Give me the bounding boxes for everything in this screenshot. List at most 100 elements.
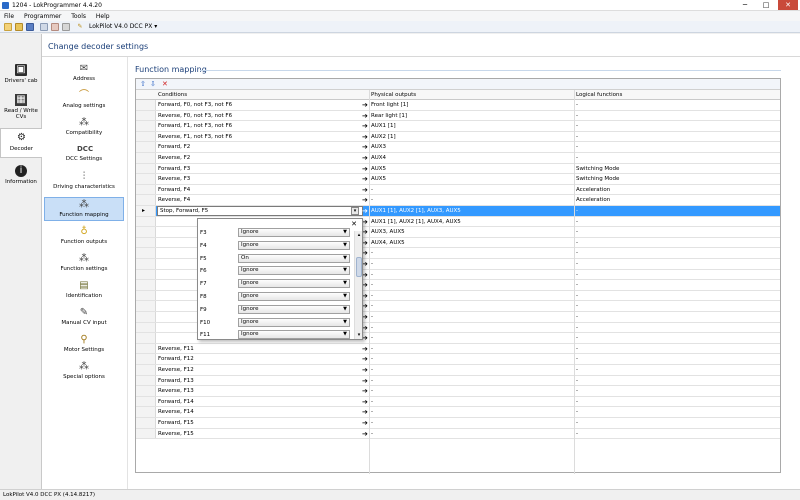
condition-select[interactable]: Ignore ▼ [238,240,350,250]
menu-programmer[interactable]: Programmer [20,11,65,20]
cell-physical-outputs[interactable]: AUX4 [371,155,571,161]
wand-icon[interactable]: ✎ [76,23,84,31]
cell-logical-functions[interactable]: - [576,261,776,267]
cell-physical-outputs[interactable]: - [371,431,571,437]
cell-physical-outputs[interactable]: - [371,346,571,352]
table-row[interactable]: Reverse, F1, not F3, not F6 ➔ AUX2 [1] - [136,131,780,143]
cell-physical-outputs[interactable]: - [371,272,571,278]
setting-identification[interactable]: ▤ Identification [44,280,124,299]
row-selector[interactable]: ▸ [136,206,156,216]
cell-logical-functions[interactable]: Switching Mode [576,166,776,172]
cell-logical-functions[interactable]: - [576,293,776,299]
row-selector[interactable] [136,195,156,205]
table-row[interactable]: Reverse, F13 ➔ - - [136,386,780,397]
cell-logical-functions[interactable]: - [576,250,776,256]
cell-physical-outputs[interactable]: AUX5 [371,166,571,172]
row-selector[interactable] [136,428,156,439]
cell-conditions[interactable]: Reverse, F12 [158,367,363,373]
setting-special[interactable]: ⁂ Special options [44,361,124,380]
cell-logical-functions[interactable]: - [576,356,776,362]
cell-physical-outputs[interactable]: - [371,282,571,288]
cell-conditions[interactable]: Forward, F14 [158,399,363,405]
table-row[interactable]: Reverse, F4 ➔ - Acceleration [136,195,780,206]
cell-physical-outputs[interactable]: - [371,367,571,373]
table-row[interactable]: Reverse, F0, not F3, not F6 ➔ Rear light [… [136,110,780,122]
setting-dcc[interactable]: DCC DCC Settings [44,143,124,162]
cell-logical-functions[interactable]: - [576,378,776,384]
row-selector[interactable] [136,280,156,290]
setting-motor[interactable]: ⚲ Motor Settings [44,334,124,353]
cell-logical-functions[interactable]: - [576,272,776,278]
cell-physical-outputs[interactable]: AUX1 [1], AUX2 [1], AUX3, AUX5 [371,208,571,214]
nav-drivers-cab[interactable]: ▣ Drivers' cab [0,64,42,84]
cell-physical-outputs[interactable]: - [371,378,571,384]
cell-physical-outputs[interactable]: AUX2 [1] [371,134,571,140]
table-row[interactable]: Reverse, F3 ➔ AUX5 Switching Mode [136,174,780,185]
row-selector[interactable] [136,407,156,417]
new-file-icon[interactable] [4,23,12,31]
cell-conditions[interactable]: Reverse, F2 [158,155,363,161]
row-selector[interactable] [136,322,156,333]
table-row[interactable]: Forward, F0, not F3, not F6 ➔ Front light … [136,100,780,111]
cell-physical-outputs[interactable]: - [371,314,571,320]
table-row[interactable]: Forward, F14 ➔ - - [136,396,780,408]
row-selector[interactable] [136,365,156,375]
arrow-down-icon[interactable]: ⇩ [150,80,156,89]
nav-read-write-cvs[interactable]: ▦ Read / Write CVs [0,94,42,120]
cell-logical-functions[interactable]: - [576,240,776,246]
delete-icon[interactable]: ✕ [162,80,168,89]
row-selector[interactable] [136,121,156,131]
cell-conditions[interactable]: Forward, F2 [158,144,363,150]
table-row[interactable]: ▸ Stop, Forward, F5 ▾ ➔ AUX1 [1], AUX2 [1], … [136,206,780,217]
cell-logical-functions[interactable]: Acceleration [576,187,776,193]
cell-conditions[interactable]: Forward, F3 [158,166,363,172]
column-conditions[interactable]: Conditions [158,92,187,98]
condition-select[interactable]: Ignore ▼ [238,228,350,237]
cell-physical-outputs[interactable]: - [371,261,571,267]
cell-logical-functions[interactable]: - [576,420,776,426]
column-logical-functions[interactable]: Logical functions [576,92,622,98]
row-selector[interactable] [136,100,156,110]
cell-logical-functions[interactable]: - [576,335,776,341]
open-folder-icon[interactable] [15,23,23,31]
condition-select[interactable]: On ▼ [238,253,350,263]
setting-function-mapping[interactable]: ⁂ Function mapping [44,197,124,221]
condition-select[interactable]: Ignore ▼ [238,304,350,314]
cell-logical-functions[interactable]: - [576,144,776,150]
row-selector[interactable] [136,301,156,311]
row-selector[interactable] [136,153,156,163]
cell-conditions[interactable]: Forward, F0, not F3, not F6 [158,102,363,108]
row-selector[interactable] [136,343,156,354]
cell-physical-outputs[interactable]: AUX5 [371,176,571,182]
cell-conditions[interactable]: Stop, Forward, F5 [157,206,363,216]
cell-physical-outputs[interactable]: - [371,325,571,331]
read-decoder-icon[interactable] [40,23,48,31]
condition-select[interactable]: Ignore ▼ [238,266,350,276]
cell-conditions[interactable]: Reverse, F0, not F3, not F6 [158,113,363,119]
table-row[interactable]: Reverse, F14 ➔ - - [136,407,780,418]
cell-conditions[interactable]: Forward, F13 [158,378,363,384]
row-selector[interactable] [136,237,156,248]
cell-logical-functions[interactable]: - [576,399,776,405]
cell-physical-outputs[interactable]: - [371,388,571,394]
cell-conditions[interactable]: Reverse, F4 [158,197,363,203]
setting-compatibility[interactable]: ⁂ Compatibility [44,117,124,136]
table-row[interactable]: Reverse, F11 ➔ - - [136,343,780,355]
row-selector[interactable] [136,163,156,174]
decoder-combo[interactable]: LokPilot V4.0 DCC PX ▾ [89,23,157,31]
table-row[interactable]: Reverse, F2 ➔ AUX4- [136,153,780,164]
cell-physical-outputs[interactable]: AUX4, AUX5 [371,240,571,246]
cell-logical-functions[interactable]: - [576,155,776,161]
write-decoder-icon[interactable] [51,23,59,31]
cell-logical-functions[interactable]: - [576,431,776,437]
cell-physical-outputs[interactable]: - [371,187,571,193]
cell-conditions[interactable]: Reverse, F1, not F3, not F6 [158,134,363,140]
cell-conditions[interactable]: Reverse, F14 [158,409,363,415]
cell-logical-functions[interactable]: - [576,346,776,352]
cell-physical-outputs[interactable]: - [371,293,571,299]
menu-help[interactable]: Help [92,11,114,20]
table-row[interactable]: Reverse, F12 ➔ - - [136,365,780,376]
cell-physical-outputs[interactable]: - [371,356,571,362]
cell-logical-functions[interactable]: - [576,102,776,108]
cell-physical-outputs[interactable]: - [371,399,571,405]
